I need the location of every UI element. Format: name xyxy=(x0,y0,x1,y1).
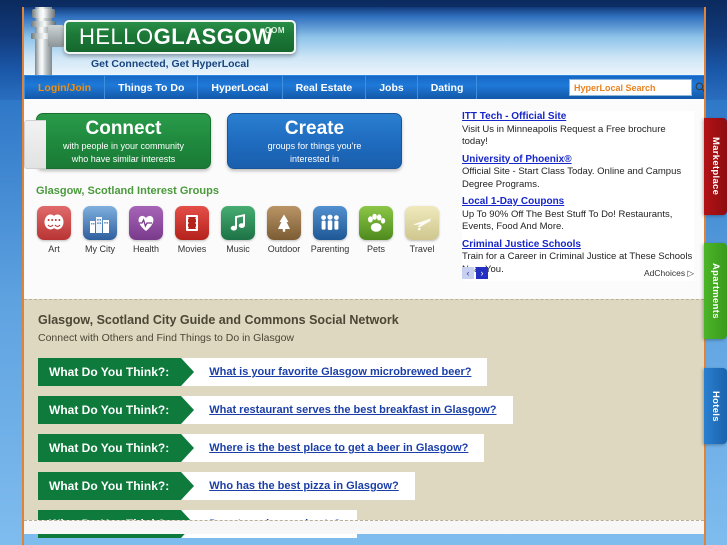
ad-title-university-of-phoenix[interactable]: University of Phoenix® xyxy=(462,154,694,167)
interest-group-music[interactable]: Music xyxy=(220,206,256,254)
create-title: Create xyxy=(284,117,345,139)
interest-group-art[interactable]: Art xyxy=(36,206,72,254)
create-sub-line2: interested in xyxy=(289,153,340,164)
nav-item-things-to-do[interactable]: Things To Do xyxy=(105,76,199,99)
heart-pulse-icon xyxy=(129,206,163,240)
nav-item-login-join[interactable]: Login/Join xyxy=(24,76,106,99)
search-box[interactable] xyxy=(569,79,704,96)
question-tag[interactable]: What Do You Think?: xyxy=(38,396,195,424)
city-guide-inner: Glasgow, Scotland City Guide and Commons… xyxy=(24,300,704,538)
side-tab-marketplace-label: Marketplace xyxy=(710,137,721,196)
main-content: Connect with people in your community wh… xyxy=(24,99,704,299)
city-guide-heading: Glasgow, Scotland City Guide and Commons… xyxy=(38,313,399,327)
connect-button[interactable]: Connect with people in your community wh… xyxy=(36,113,211,169)
question-body: What restaurant serves the best breakfas… xyxy=(181,396,513,424)
airplane-icon xyxy=(405,206,439,240)
site-container: HELLOGLASGOW .COM Get Connected, Get Hyp… xyxy=(22,7,706,545)
question-body: What is your favorite Glasgow microbrewe… xyxy=(181,358,488,386)
search-icon[interactable] xyxy=(695,82,704,93)
interest-group-health[interactable]: Health xyxy=(128,206,164,254)
interest-group-my-city[interactable]: My City xyxy=(82,206,118,254)
question-link-1[interactable]: What is your favorite Glasgow microbrewe… xyxy=(209,366,471,378)
interest-group-travel-label: Travel xyxy=(409,244,435,254)
logo-hello: HELLO xyxy=(79,24,154,49)
question-link-3[interactable]: Where is the best place to get a beer in… xyxy=(209,442,468,454)
create-sub-line1: groups for things you're xyxy=(267,140,362,151)
city-guide-subheading: Connect with Others and Find Things to D… xyxy=(38,332,295,344)
interest-group-music-label: Music xyxy=(226,244,250,254)
ad-desc-local-coupons: Up To 90% Off The Best Stuff To Do! Rest… xyxy=(462,208,673,233)
connect-title: Connect xyxy=(85,117,162,139)
side-tab-marketplace[interactable]: Marketplace xyxy=(704,118,727,215)
question-tag[interactable]: What Do You Think?: xyxy=(38,472,195,500)
connect-sub-line2: who have similar interests xyxy=(71,153,176,164)
advertisement-block: ITT Tech - Official Site Visit Us in Min… xyxy=(462,111,694,281)
left-side-tab[interactable] xyxy=(24,120,46,169)
ad-title-criminal-justice-schools[interactable]: Criminal Justice Schools xyxy=(462,239,694,252)
nav-item-real-estate[interactable]: Real Estate xyxy=(283,76,367,99)
side-tab-hotels-label: Hotels xyxy=(710,390,721,422)
interest-group-movies[interactable]: Movies xyxy=(174,206,210,254)
nav-item-hyperlocal[interactable]: HyperLocal xyxy=(198,76,283,99)
paw-print-icon xyxy=(359,206,393,240)
interest-group-pets[interactable]: Pets xyxy=(358,206,394,254)
side-tab-hotels[interactable]: Hotels xyxy=(704,368,727,444)
interest-group-travel[interactable]: Travel xyxy=(404,206,440,254)
city-guide-section: Glasgow, Scotland City Guide and Commons… xyxy=(24,299,704,538)
question-row: What Do You Think?: What restaurant serv… xyxy=(38,396,704,424)
question-tag[interactable]: What Do You Think?: xyxy=(38,434,195,462)
interest-group-parenting-label: Parenting xyxy=(310,244,350,254)
interest-group-health-label: Health xyxy=(132,244,159,254)
question-link-4[interactable]: Who has the best pizza in Glasgow? xyxy=(209,480,398,492)
film-strip-icon xyxy=(175,206,209,240)
side-tab-apartments-label: Apartments xyxy=(710,263,721,319)
create-button[interactable]: Create groups for things you're interest… xyxy=(227,113,402,169)
street-pole-bracket-icon xyxy=(48,25,64,47)
connect-sub-line1: with people in your community xyxy=(62,140,185,151)
interest-group-movies-label: Movies xyxy=(177,244,207,254)
interest-group-art-label: Art xyxy=(48,244,60,254)
ad-next-button[interactable]: › xyxy=(476,266,488,279)
question-row: What Do You Think?: What is your favorit… xyxy=(38,358,704,386)
page-root: HELLOGLASGOW .COM Get Connected, Get Hyp… xyxy=(0,0,727,545)
site-tagline: Get Connected, Get HyperLocal xyxy=(91,58,250,70)
site-logo[interactable]: HELLOGLASGOW .COM xyxy=(64,20,296,54)
main-navigation: Login/Join Things To Do HyperLocal Real … xyxy=(24,75,704,99)
ad-footer: ‹ › AdChoices ▷ xyxy=(462,266,694,280)
music-note-icon xyxy=(221,206,255,240)
site-header: HELLOGLASGOW .COM Get Connected, Get Hyp… xyxy=(24,7,704,75)
side-tab-apartments[interactable]: Apartments xyxy=(704,243,727,339)
logo-text: HELLOGLASGOW xyxy=(66,24,273,50)
ad-title-itt-tech[interactable]: ITT Tech - Official Site xyxy=(462,111,694,124)
question-row: What Do You Think?: Who has the best piz… xyxy=(38,472,704,500)
adchoices-link[interactable]: AdChoices ▷ xyxy=(644,267,694,280)
page-footer xyxy=(24,520,704,534)
question-link-2[interactable]: What restaurant serves the best breakfas… xyxy=(209,404,496,416)
interest-group-pets-label: Pets xyxy=(366,244,385,254)
family-icon xyxy=(313,206,347,240)
question-tag[interactable]: What Do You Think?: xyxy=(38,358,195,386)
city-buildings-icon xyxy=(83,206,117,240)
question-body: Who has the best pizza in Glasgow? xyxy=(181,472,415,500)
question-row: What Do You Think?: Where is the best pl… xyxy=(38,434,704,462)
theater-masks-icon xyxy=(37,206,71,240)
search-input[interactable] xyxy=(570,80,695,95)
questions-list: What Do You Think?: What is your favorit… xyxy=(38,358,704,538)
ad-desc-itt-tech: Visit Us in Minneapolis Request a Free b… xyxy=(462,123,666,148)
interest-group-my-city-label: My City xyxy=(85,244,115,254)
logo-glasgow: GLASGOW xyxy=(153,24,274,49)
pine-tree-icon xyxy=(267,206,301,240)
question-body: Where is the best place to get a beer in… xyxy=(181,434,485,462)
ad-title-local-coupons[interactable]: Local 1-Day Coupons xyxy=(462,196,694,209)
nav-item-jobs[interactable]: Jobs xyxy=(366,76,418,99)
interest-group-outdoor[interactable]: Outdoor xyxy=(266,206,302,254)
interest-group-outdoor-label: Outdoor xyxy=(267,244,301,254)
interest-group-parenting[interactable]: Parenting xyxy=(310,206,350,254)
nav-item-dating[interactable]: Dating xyxy=(418,76,478,99)
street-pole-cap-icon xyxy=(32,9,55,18)
ad-desc-university-of-phoenix: Official Site - Start Class Today. Onlin… xyxy=(462,166,682,190)
logo-dotcom: .COM xyxy=(262,26,285,35)
ad-prev-button[interactable]: ‹ xyxy=(462,266,474,279)
